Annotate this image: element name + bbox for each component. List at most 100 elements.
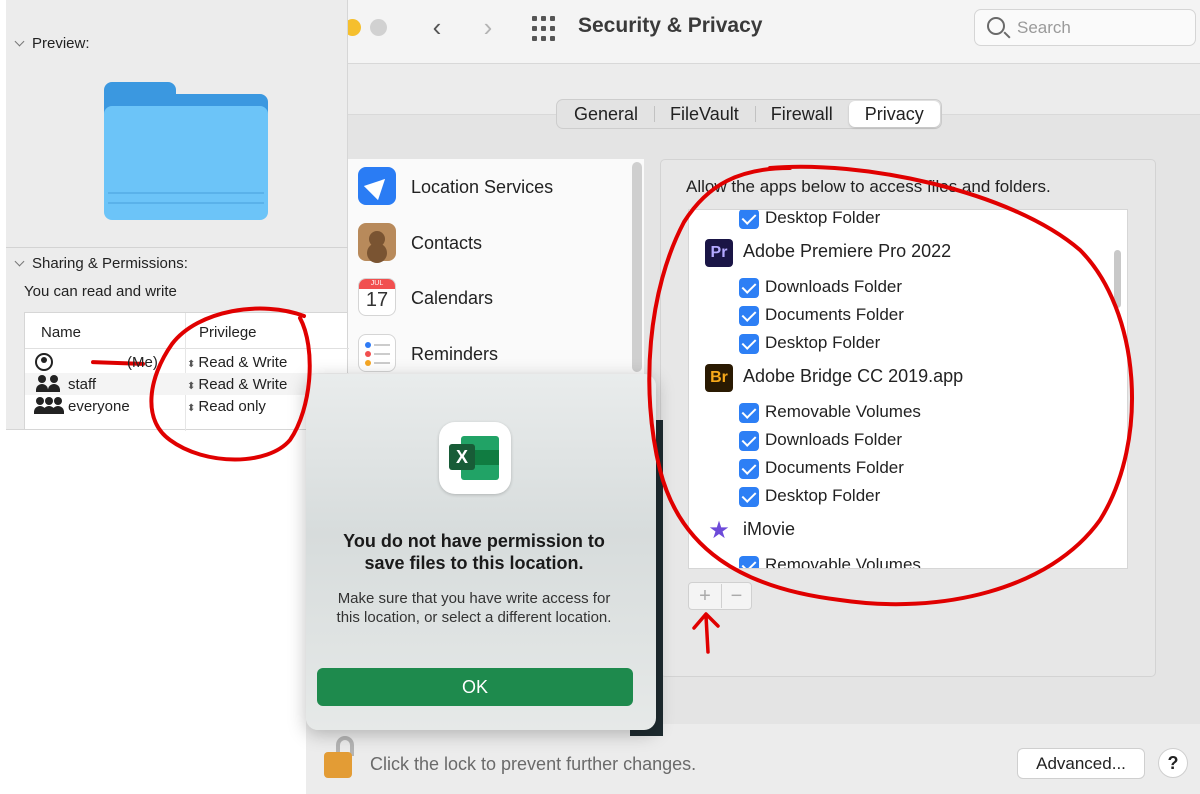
- location-arrow-icon: [358, 167, 396, 205]
- tab-firewall[interactable]: Firewall: [754, 101, 849, 127]
- folder-label: Documents Folder: [765, 458, 904, 477]
- help-button[interactable]: ?: [1158, 748, 1188, 778]
- bridge-icon: Br: [705, 364, 733, 392]
- service-label: Calendars: [411, 288, 494, 308]
- calendar-icon: JUL 17: [358, 278, 396, 316]
- folder-icon: [104, 82, 268, 220]
- permissions-table: Name Privilege (Me) ⬍ Read & Write staff …: [24, 312, 349, 431]
- folder-label: Desktop Folder: [765, 333, 881, 352]
- files-description: Allow the apps below to access files and…: [686, 177, 1051, 196]
- alert-message: Make sure that you have write access for…: [336, 590, 612, 626]
- user-name: everyone: [68, 398, 130, 415]
- privilege-select[interactable]: ⬍ Read & Write: [187, 376, 287, 393]
- privilege-select[interactable]: ⬍ Read & Write: [187, 354, 287, 371]
- service-calendars[interactable]: JUL 17 Calendars: [358, 274, 638, 318]
- checkbox[interactable]: [739, 431, 759, 451]
- checkbox[interactable]: [739, 306, 759, 326]
- forward-chevron-icon[interactable]: ›: [475, 14, 501, 42]
- permission-alert-dialog: X You do not have permission to save fil…: [306, 374, 656, 730]
- service-label: Location Services: [411, 177, 554, 197]
- user-name: staff: [68, 376, 97, 393]
- checkbox[interactable]: [739, 556, 759, 568]
- remove-button[interactable]: −: [721, 584, 751, 608]
- toolbar: ‹ › Security & Privacy: [306, 0, 1200, 64]
- app-label: iMovie: [743, 519, 796, 539]
- folder-label: Removable Volumes: [765, 555, 921, 569]
- column-header-name[interactable]: Name: [41, 324, 81, 341]
- sharing-label: Sharing & Permissions:: [32, 255, 188, 272]
- file-list-scrollbar[interactable]: [1114, 250, 1121, 308]
- checkbox[interactable]: [739, 403, 759, 423]
- alert-title: You do not have permission to save files…: [343, 531, 605, 573]
- column-header-privilege[interactable]: Privilege: [199, 324, 257, 341]
- group-icon: [35, 375, 61, 393]
- privilege-value: Read & Write: [198, 376, 288, 393]
- folder-label: Removable Volumes: [765, 402, 921, 421]
- services-scrollbar[interactable]: [632, 162, 642, 372]
- calendar-icon-day: 17: [365, 289, 389, 311]
- calendar-icon-month: JUL: [359, 279, 395, 289]
- checkbox[interactable]: [739, 210, 759, 229]
- service-contacts[interactable]: Contacts: [358, 219, 638, 263]
- table-row[interactable]: everyone ⬍ Read only: [25, 395, 349, 417]
- preview-label: Preview:: [32, 35, 90, 52]
- premiere-pro-icon: Pr: [705, 239, 733, 267]
- service-label: Reminders: [411, 344, 499, 364]
- service-location[interactable]: Location Services: [358, 163, 638, 207]
- window-title: Security & Privacy: [578, 14, 763, 37]
- privilege-value: Read & Write: [198, 354, 288, 371]
- add-remove-buttons: + −: [688, 582, 752, 610]
- service-label: Contacts: [411, 233, 483, 253]
- checkbox[interactable]: [739, 459, 759, 479]
- tab-privacy[interactable]: Privacy: [848, 101, 940, 127]
- contacts-icon: [358, 223, 396, 261]
- lock-icon[interactable]: [324, 736, 358, 780]
- add-button[interactable]: +: [690, 584, 720, 608]
- imovie-star-icon: ★: [708, 517, 730, 544]
- tab-general[interactable]: General: [558, 101, 654, 127]
- search-input[interactable]: [1017, 17, 1187, 39]
- finder-info-panel: Preview: Sharing & Permissions: You can …: [0, 0, 349, 431]
- folder-label: Downloads Folder: [765, 277, 903, 296]
- advanced-button[interactable]: Advanced...: [1017, 748, 1145, 779]
- section-divider: [6, 247, 348, 248]
- checkbox[interactable]: [739, 334, 759, 354]
- lock-hint-text: Click the lock to prevent further change…: [370, 754, 697, 774]
- reminders-icon: [358, 334, 396, 372]
- table-row[interactable]: staff ⬍ Read & Write: [25, 373, 349, 395]
- everyone-icon: [34, 397, 65, 415]
- user-icon: [35, 353, 53, 371]
- app-label: Adobe Bridge CC 2019.app: [743, 366, 964, 386]
- folder-label: Desktop Folder: [765, 209, 881, 227]
- folder-label: Downloads Folder: [765, 430, 903, 449]
- show-all-grid-icon[interactable]: [532, 16, 558, 42]
- sharing-section-toggle[interactable]: Sharing & Permissions:: [14, 255, 188, 272]
- checkbox[interactable]: [739, 487, 759, 507]
- back-chevron-icon[interactable]: ‹: [424, 14, 450, 42]
- folder-label: Documents Folder: [765, 305, 904, 324]
- tab-filevault[interactable]: FileVault: [654, 101, 755, 127]
- user-name: (Me): [127, 354, 158, 371]
- file-access-list: Desktop Folder Pr Adobe Premiere Pro 202…: [688, 209, 1128, 569]
- preview-section-toggle[interactable]: Preview:: [14, 35, 90, 52]
- privilege-select[interactable]: ⬍ Read only: [187, 398, 266, 415]
- search-icon: [987, 17, 1005, 35]
- privilege-value: Read only: [198, 398, 266, 415]
- ok-button[interactable]: OK: [317, 668, 633, 706]
- checkbox[interactable]: [739, 278, 759, 298]
- permission-note: You can read and write: [24, 283, 177, 300]
- table-row[interactable]: (Me) ⬍ Read & Write: [25, 351, 349, 373]
- up-down-arrows-icon: ⬍: [187, 359, 196, 370]
- chevron-down-icon: [14, 36, 25, 47]
- table-header: Name Privilege: [25, 313, 349, 349]
- info-left-margin: [0, 0, 6, 430]
- tab-bar: General FileVault Firewall Privacy: [556, 99, 942, 129]
- excel-badge-letter: X: [449, 444, 475, 470]
- service-reminders[interactable]: Reminders: [358, 330, 638, 374]
- folder-label: Desktop Folder: [765, 486, 881, 505]
- up-down-arrows-icon: ⬍: [187, 403, 196, 414]
- app-label: Adobe Premiere Pro 2022: [743, 241, 952, 261]
- search-field[interactable]: [974, 9, 1196, 46]
- up-down-arrows-icon: ⬍: [187, 381, 196, 392]
- zoom-button[interactable]: [370, 19, 387, 36]
